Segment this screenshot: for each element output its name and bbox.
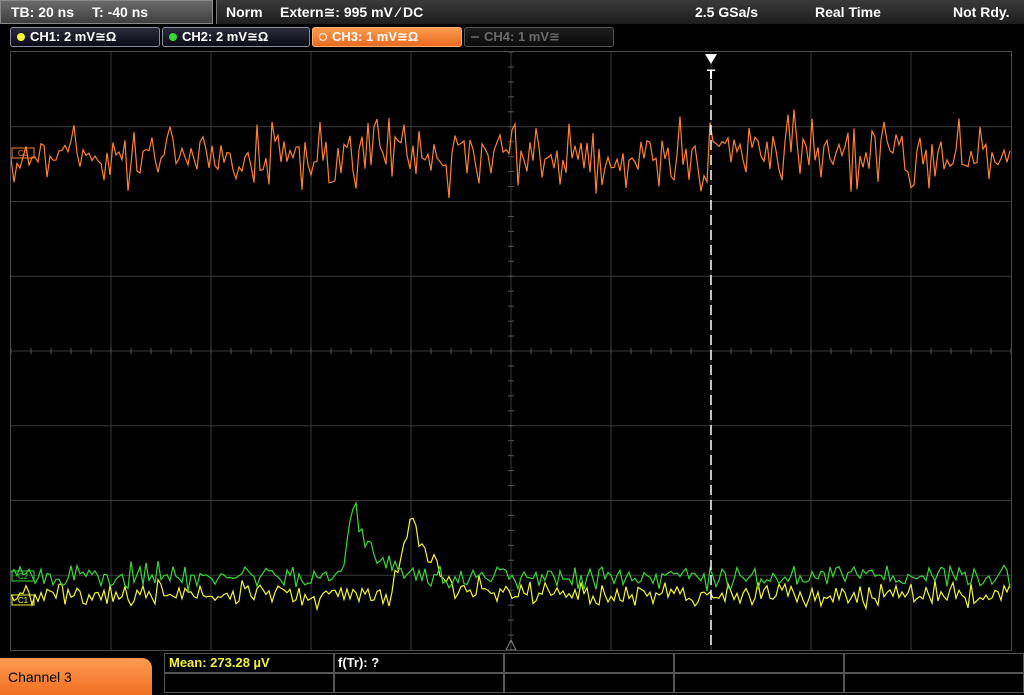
meas-cell-8[interactable] [504, 673, 674, 693]
channel-tabs: CH1: 2 mV≅Ω CH2: 2 mV≅Ω CH3: 1 mV≅Ω CH4:… [0, 26, 1024, 50]
trigger-source: Extern≅: 995 mV ⁄ DC [280, 4, 424, 20]
meas-cell-3[interactable] [504, 653, 674, 673]
meas-cell-9[interactable] [674, 673, 844, 693]
waveform-svg: T C3 C2 C1 [11, 52, 1011, 650]
tab-ch4[interactable]: CH4: 1 mV≅ [464, 27, 614, 47]
trigger-mode: Norm [226, 4, 263, 20]
ch3-dot-icon [319, 33, 327, 41]
timebase-box[interactable]: TB: 20 ns T: -40 ns [0, 0, 213, 24]
tab-ch1-label: CH1: 2 mV≅Ω [30, 29, 117, 44]
tab-ch3-label: CH3: 1 mV≅Ω [332, 29, 419, 44]
ch2-dot-icon [169, 33, 177, 41]
ch3-marker-label: C3 [18, 149, 29, 158]
trigger-offset-value: T: -40 ns [92, 4, 149, 20]
ch1-dot-icon [17, 33, 25, 41]
tab-ch2[interactable]: CH2: 2 mV≅Ω [162, 27, 310, 47]
frequency-measurement: f(Tr): ? [338, 655, 380, 670]
mean-measurement: Mean: 273.28 µV [169, 655, 270, 670]
sample-rate: 2.5 GSa/s [695, 4, 759, 20]
acquisition-mode: Real Time [815, 4, 881, 20]
trigger-arrow-icon [705, 54, 717, 64]
ch2-marker-label: C2 [18, 572, 29, 581]
tab-ch3[interactable]: CH3: 1 mV≅Ω [312, 27, 462, 47]
ch1-marker-label: C1 [18, 596, 29, 605]
waveform-display[interactable]: T C3 C2 C1 [10, 51, 1012, 651]
meas-cell-5[interactable] [844, 653, 1024, 673]
status-bar: TB: 20 ns T: -40 ns Norm Extern≅: 995 mV… [0, 0, 1024, 26]
ch3-offset-marker[interactable]: C3 [11, 147, 35, 159]
meas-cell-6[interactable] [164, 673, 334, 693]
timebase-value: TB: 20 ns [11, 4, 75, 20]
trigger-info-bar[interactable]: Norm Extern≅: 995 mV ⁄ DC 2.5 GSa/s Real… [216, 0, 1024, 24]
meas-cell-4[interactable] [674, 653, 844, 673]
tab-ch4-label: CH4: 1 mV≅ [484, 29, 560, 44]
tab-ch1[interactable]: CH1: 2 mV≅Ω [10, 27, 160, 47]
measurement-grid [164, 653, 1024, 695]
measurement-bar: Channel 3 Mean: 273.28 µV f(Tr): ? [0, 653, 1024, 695]
meas-cell-10[interactable] [844, 673, 1024, 693]
ch4-off-icon [471, 36, 479, 38]
meas-cell-7[interactable] [334, 673, 504, 693]
acquisition-state: Not Rdy. [953, 4, 1010, 20]
tab-ch2-label: CH2: 2 mV≅Ω [182, 29, 269, 44]
active-channel-label[interactable]: Channel 3 [0, 658, 152, 695]
trigger-marker-label: T [707, 66, 716, 82]
